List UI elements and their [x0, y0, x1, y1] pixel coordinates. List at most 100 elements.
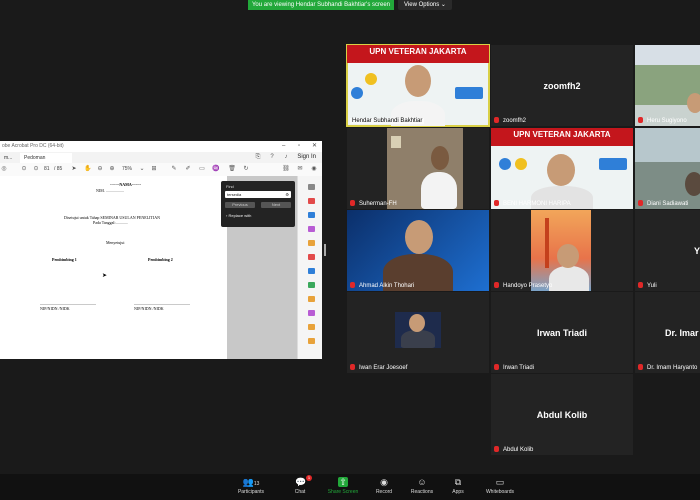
stamp-icon[interactable]: ♒: [212, 165, 220, 173]
logo-icon: [515, 158, 527, 170]
mute-icon: [494, 117, 499, 123]
acrobat-toolbar: ◎ ⊙ ⊙ 81 / 85 ➤ ✋ ⊖ ⊕ 75% ⌄ ⊞ ✎ ✐ ▭ ♒ 🗑 …: [0, 163, 322, 177]
tab-home[interactable]: m...: [0, 153, 17, 163]
page-down-icon[interactable]: ⊙: [32, 165, 40, 173]
nav-icon[interactable]: ◎: [0, 165, 8, 173]
mute-icon: [494, 282, 499, 288]
participants-button[interactable]: 👥13 Participants: [228, 474, 274, 500]
apps-button[interactable]: ⧉ Apps: [442, 474, 474, 500]
mute-icon: [350, 364, 355, 370]
help-icon[interactable]: ?: [268, 153, 276, 161]
stamp-tool-icon[interactable]: [308, 338, 315, 344]
fill-sign-icon[interactable]: [308, 282, 315, 288]
link-icon[interactable]: ⛓: [282, 165, 290, 173]
more-tools-icon[interactable]: [308, 310, 315, 316]
chat-icon: 💬: [295, 477, 307, 487]
cursor-icon[interactable]: ➤: [70, 165, 78, 173]
delete-icon[interactable]: 🗑: [228, 165, 236, 173]
shared-screen: obe Acrobat Pro DC (64-bit) – ▫ ✕ m... P…: [0, 141, 322, 359]
mail-icon[interactable]: ✉: [296, 165, 304, 173]
background-sky: [635, 45, 700, 65]
tile-name-large: Dr. Imar: [665, 327, 699, 338]
maximize-icon[interactable]: ▫: [298, 141, 300, 152]
doc-approved: Menyetujui: [106, 240, 125, 245]
organize-icon[interactable]: [308, 268, 315, 274]
participant-head: [431, 146, 449, 170]
share-screen-label: Share Screen: [327, 489, 359, 495]
comment-icon[interactable]: ✎: [170, 165, 178, 173]
video-tile-yuli[interactable]: Y Yuli: [635, 210, 700, 291]
video-tile-hendar[interactable]: UPN VETERAN JAKARTA Hendar Subhandi Bakh…: [346, 44, 490, 127]
participant-head: [687, 93, 700, 113]
rotate-icon[interactable]: ↻: [242, 165, 250, 173]
fit-page-icon[interactable]: ⊞: [150, 165, 158, 173]
page-current[interactable]: 81: [44, 165, 50, 173]
find-settings-icon[interactable]: ⚙: [285, 191, 289, 198]
video-tile-heru[interactable]: Heru Sugiyono: [635, 45, 700, 126]
replace-with-toggle[interactable]: › Replace with: [226, 213, 251, 218]
zoom-level[interactable]: 75%: [122, 165, 132, 173]
view-options-button[interactable]: View Options ⌄: [398, 0, 452, 10]
pen-icon[interactable]: ✐: [184, 165, 192, 173]
combine-icon[interactable]: [308, 254, 315, 260]
mute-icon: [494, 446, 499, 452]
find-input[interactable]: tersedia ⚙: [225, 191, 291, 198]
viewing-screen-banner: You are viewing Hendar Subhandi Bakhtiar…: [248, 0, 394, 10]
mute-icon: [350, 282, 355, 288]
tile-name: Suherman-FH: [359, 201, 397, 207]
video-tile-irwan[interactable]: Irwan Triadi Irwan Triadi: [491, 292, 633, 373]
video-tile-imam[interactable]: Dr. Imar Dr. Imam Haryanto: [635, 292, 700, 373]
record-button[interactable]: ◉ Record: [366, 474, 402, 500]
record-icon: ◉: [380, 477, 388, 487]
hand-icon[interactable]: ✋: [84, 165, 92, 173]
zoom-out-icon[interactable]: ⊖: [96, 165, 104, 173]
sign-in-button[interactable]: Sign In: [297, 152, 316, 163]
find-previous-button[interactable]: Previous: [225, 202, 255, 208]
close-icon[interactable]: ✕: [312, 141, 317, 152]
zoom-in-icon[interactable]: ⊕: [108, 165, 116, 173]
split-divider-handle[interactable]: [324, 244, 326, 256]
logo-icon: [365, 73, 377, 85]
tile-name-large: Y: [693, 245, 700, 256]
user-icon[interactable]: ◉: [310, 165, 318, 173]
bridge-tower: [545, 218, 549, 268]
mute-icon: [494, 364, 499, 370]
video-tile-abdul[interactable]: Abdul Kolib Abdul Kolib: [491, 374, 633, 455]
video-tile-ahmad[interactable]: Ahmad Alkin Thohari: [347, 210, 489, 291]
tab-pedoman-akademik[interactable]: Pedoman Akademi...: [20, 153, 72, 171]
highlight-icon[interactable]: ▭: [198, 165, 206, 173]
zoom-dropdown-icon[interactable]: ⌄: [138, 165, 146, 173]
video-tile-suherman[interactable]: Suherman-FH: [347, 128, 489, 209]
video-tile-beni[interactable]: UPN VETERAN JAKARTA BENI HARMONI HARIPA: [491, 128, 633, 209]
edit-pdf-icon[interactable]: [308, 226, 315, 232]
comment-tool-icon[interactable]: [308, 240, 315, 246]
tools-rail: [297, 176, 322, 359]
create-pdf-icon[interactable]: [308, 212, 315, 218]
protect-icon[interactable]: [308, 296, 315, 302]
search-icon[interactable]: [308, 184, 315, 190]
tile-name: Ahmad Alkin Thohari: [359, 283, 415, 289]
bell-icon[interactable]: ♪: [282, 153, 290, 161]
whiteboards-label: Whiteboards: [485, 489, 515, 495]
chat-button[interactable]: 💬 1 Chat: [284, 474, 316, 500]
meeting-toolbar: 👥13 Participants 💬 1 Chat ⇧ Share Screen…: [0, 474, 700, 500]
find-next-button[interactable]: Next: [261, 202, 291, 208]
tile-name: Heru Sugiyono: [647, 118, 687, 124]
mute-icon: [638, 117, 643, 123]
video-tile-handoyo[interactable]: Handoyo Prasetyo: [491, 210, 633, 291]
tile-name-large: zoomfh2: [543, 80, 581, 91]
page-total: / 85: [54, 166, 63, 172]
video-tile-zoomfh2[interactable]: zoomfh2 zoomfh2: [491, 45, 633, 126]
share-doc-icon[interactable]: ⎘: [254, 153, 262, 161]
page-up-icon[interactable]: ⊙: [20, 165, 28, 173]
video-tile-diani[interactable]: Diani Sadiawati: [635, 128, 700, 209]
whiteboards-button[interactable]: ▭ Whiteboards: [480, 474, 520, 500]
reactions-button[interactable]: ☺ Reactions: [404, 474, 440, 500]
video-tile-iwan[interactable]: Iwan Erar Joesoef: [347, 292, 489, 373]
star-icon[interactable]: [308, 324, 315, 330]
export-pdf-icon[interactable]: [308, 198, 315, 204]
mute-icon: [638, 364, 643, 370]
upn-banner: UPN VETERAN JAKARTA: [491, 128, 633, 146]
share-screen-button[interactable]: ⇧ Share Screen: [324, 474, 362, 500]
minimize-icon[interactable]: –: [282, 141, 285, 152]
